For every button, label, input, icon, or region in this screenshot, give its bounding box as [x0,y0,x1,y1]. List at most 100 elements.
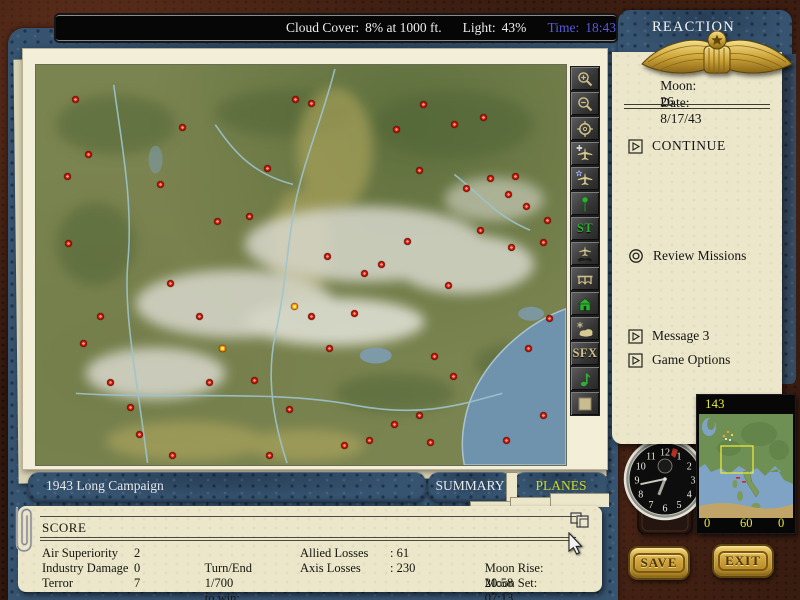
target-marker[interactable] [106,379,114,387]
play-box-icon [628,138,643,154]
target-marker[interactable] [166,279,174,287]
target-marker[interactable] [218,344,226,352]
target-marker[interactable] [390,421,398,428]
target-marker[interactable] [524,344,532,352]
target-marker[interactable] [291,302,299,310]
target-marker[interactable] [546,314,554,322]
target-marker[interactable] [365,437,373,444]
map-toolbar: ST SFX [570,66,600,416]
target-marker[interactable] [206,379,214,387]
center-view-button[interactable] [570,116,600,141]
target-marker[interactable] [292,95,300,103]
exit-button-label: EXIT [718,551,768,571]
target-marker[interactable] [512,173,520,181]
target-marker[interactable] [126,404,134,412]
panel-edge [782,54,796,384]
tab-summary[interactable]: SUMMARY [428,472,512,502]
target-marker[interactable] [85,150,92,158]
target-marker[interactable] [543,217,551,225]
target-marker[interactable] [79,339,87,347]
blank-button[interactable] [570,391,600,416]
bridges-button[interactable] [570,266,600,291]
scale-left: 0 [704,516,711,530]
target-marker[interactable] [214,218,222,226]
target-marker[interactable] [156,180,164,188]
target-marker[interactable] [71,95,79,103]
target-marker[interactable] [285,406,293,414]
target-marker[interactable] [427,439,435,446]
svg-text:12: 12 [660,448,670,459]
target-marker[interactable] [450,120,458,128]
zoom-out-button[interactable] [570,91,600,116]
target-marker[interactable] [377,261,385,268]
allied-planes-button[interactable] [570,166,600,191]
target-marker[interactable] [264,165,272,173]
target-marker[interactable] [450,372,458,380]
pilot-wings-emblem [641,30,793,74]
target-marker[interactable] [523,203,531,211]
campaign-map[interactable] [35,64,567,466]
target-marker[interactable] [96,312,104,320]
sfx-button[interactable]: SFX [570,341,600,366]
target-marker[interactable] [415,412,423,420]
target-marker[interactable] [480,113,488,121]
target-marker[interactable] [463,185,471,193]
continue-button[interactable]: CONTINUE [628,138,726,154]
review-missions-label: Review Missions [653,248,747,263]
paperclip [15,506,33,553]
target-marker[interactable] [246,213,254,221]
target-marker[interactable] [540,412,548,420]
squadrons-button[interactable] [570,241,600,266]
tab-campaign[interactable]: 1943 Long Campaign [28,472,426,502]
exit-button[interactable]: EXIT [712,544,774,578]
message-button[interactable]: Message 3 [628,328,709,344]
target-marker[interactable] [445,281,453,289]
target-marker[interactable] [487,175,495,183]
target-marker[interactable] [308,99,316,107]
target-marker[interactable] [326,344,334,352]
zoom-in-button[interactable] [570,66,600,91]
target-marker[interactable] [266,452,274,460]
play-box-icon [628,328,643,344]
target-marker[interactable] [64,240,72,248]
svg-text:7: 7 [649,500,654,511]
target-marker[interactable] [168,452,176,460]
target-marker[interactable] [505,191,513,199]
target-marker[interactable] [179,123,187,131]
strike-targets-button[interactable]: ST [570,216,600,241]
window-corner-icon[interactable] [570,512,594,530]
target-marker[interactable] [136,431,144,438]
target-marker[interactable] [360,269,368,277]
game-options-button[interactable]: Game Options [628,352,730,368]
target-marker[interactable] [196,312,204,320]
target-marker[interactable] [403,238,411,246]
page-corner-step [550,493,609,507]
target-marker[interactable] [507,244,515,252]
target-marker[interactable] [251,377,259,385]
review-missions-button[interactable]: Review Missions [628,248,746,264]
target-marker[interactable] [351,309,359,317]
axis-planes-button[interactable] [570,141,600,166]
target-marker[interactable] [477,227,485,234]
target-marker[interactable] [503,437,511,444]
weather-button[interactable] [570,316,600,341]
svg-text:1: 1 [677,452,682,463]
save-button[interactable]: SAVE [628,546,690,580]
target-marker[interactable] [420,101,428,108]
divider [40,537,576,538]
to-win-line: to win: 75 [186,576,243,600]
game-screen: Cloud Cover: 8% at 1000 ft. Light: 43% T… [0,0,800,600]
target-marker[interactable] [415,167,423,175]
map-pin-button[interactable] [570,191,600,216]
target-marker[interactable] [393,125,401,133]
target-marker[interactable] [63,173,71,181]
music-button[interactable] [570,366,600,391]
cities-button[interactable] [570,291,600,316]
svg-text:9: 9 [635,476,640,487]
target-marker[interactable] [308,312,316,320]
target-marker[interactable] [340,442,348,450]
target-marker[interactable] [430,352,438,360]
target-marker[interactable] [324,253,332,260]
target-marker[interactable] [540,239,548,246]
minimap[interactable]: 143 0 60 0 [696,394,796,534]
